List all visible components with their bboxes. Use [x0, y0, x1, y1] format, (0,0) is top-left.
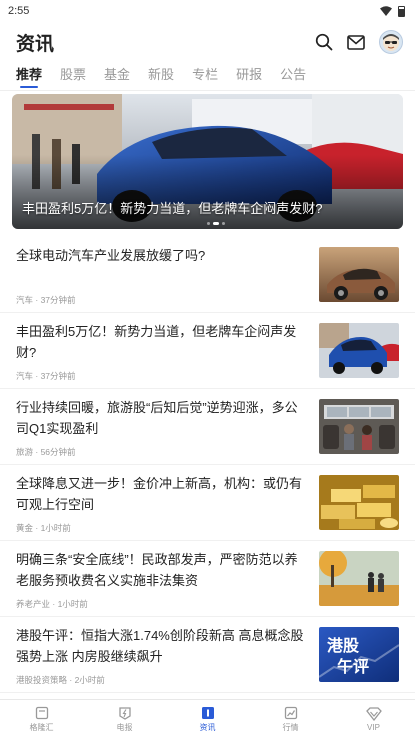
news-meta: 汽车 · 37分钟前 — [16, 295, 76, 305]
news-thumbnail — [319, 323, 399, 378]
news-source: 港股投资策略 — [16, 675, 68, 685]
tab-announcements[interactable]: 公告 — [280, 62, 306, 90]
news-title: 港股午评：恒指大涨1.74%创阶段新高 高息概念股强势上涨 内房股继续飙升 — [16, 628, 304, 664]
news-time: 37分钟前 — [40, 371, 76, 381]
hk-noon-image: 港股 午评 — [319, 627, 399, 682]
nav-label: 格隆汇 — [29, 723, 54, 732]
vip-icon — [365, 707, 382, 721]
flash-icon — [118, 707, 131, 720]
nav-item-flash[interactable]: 电报 — [83, 700, 166, 739]
news-item[interactable]: 全球降息又进一步！金价冲上新高，机构：或仍有可观上行空间 黄金 · 1小时前 — [0, 465, 415, 541]
search-icon[interactable] — [315, 33, 333, 51]
news-meta: 港股投资策略 · 2小时前 — [16, 675, 105, 685]
news-thumbnail: 港股 午评 — [319, 627, 399, 682]
tab-columns[interactable]: 专栏 — [192, 62, 218, 90]
elderly-walk-image — [319, 551, 399, 606]
banner-pagination — [207, 222, 225, 225]
nav-item-market[interactable]: 行情 — [249, 700, 332, 739]
news-source: 养老产业 — [16, 599, 51, 609]
news-item[interactable]: 丰田盈利5万亿！新势力当道，但老牌车企闷声发财? 汽车 · 37分钟前 — [0, 313, 415, 389]
wifi-icon — [380, 6, 392, 16]
news-list: 全球电动汽车产业发展放缓了吗? 汽车 · 37分钟前 丰田盈利5万亿！新势力当道… — [0, 237, 415, 693]
pagination-dot — [207, 222, 210, 225]
car-sunset-image — [319, 247, 399, 302]
news-title: 明确三条“安全底线”！民政部发声，严密防范以养老服务预收费名义实施非法集资 — [16, 552, 298, 588]
news-title: 全球降息又进一步！金价冲上新高，机构：或仍有可观上行空间 — [16, 476, 303, 512]
avatar-face-icon — [383, 34, 399, 51]
news-title: 丰田盈利5万亿！新势力当道，但老牌车企闷声发财? — [16, 324, 297, 360]
news-icon — [201, 707, 214, 719]
thumb-text-hk: 港股 — [327, 636, 360, 655]
pagination-dot — [222, 222, 225, 225]
news-meta: 旅游 · 56分钟前 — [16, 447, 76, 457]
pagination-dot-active — [213, 222, 219, 225]
news-text: 港股午评：恒指大涨1.74%创阶段新高 高息概念股强势上涨 内房股继续飙升 港股… — [16, 625, 319, 692]
page-title: 资讯 — [16, 33, 55, 55]
tab-ipo[interactable]: 新股 — [148, 62, 174, 90]
nav-item-vip[interactable]: VIP — [332, 700, 415, 739]
home-icon — [35, 706, 48, 720]
news-time: 56分钟前 — [40, 447, 76, 457]
bus-interior-image — [319, 399, 399, 454]
battery-icon — [398, 5, 405, 17]
tabs-divider — [0, 90, 415, 91]
nav-label: VIP — [367, 723, 380, 732]
news-meta: 养老产业 · 1小时前 — [16, 599, 88, 609]
news-time: 37分钟前 — [40, 295, 76, 305]
news-text: 全球电动汽车产业发展放缓了吗? 汽车 · 37分钟前 — [16, 245, 319, 312]
news-thumbnail — [319, 247, 399, 302]
nav-label: 资讯 — [199, 723, 216, 732]
nav-label: 电报 — [116, 723, 133, 732]
news-text: 丰田盈利5万亿！新势力当道，但老牌车企闷声发财? 汽车 · 37分钟前 — [16, 321, 319, 388]
tab-research[interactable]: 研报 — [236, 62, 262, 90]
news-item[interactable]: 明确三条“安全底线”！民政部发声，严密防范以养老服务预收费名义实施非法集资 养老… — [0, 541, 415, 617]
chart-icon — [284, 706, 297, 720]
featured-banner[interactable]: 丰田盈利5万亿！新势力当道，但老牌车企闷声发财? — [12, 94, 403, 229]
news-item[interactable]: 行业持续回暖，旅游股“后知后觉”逆势迎涨，多公司Q1实现盈利 旅游 · 56分钟… — [0, 389, 415, 465]
news-text: 行业持续回暖，旅游股“后知后觉”逆势迎涨，多公司Q1实现盈利 旅游 · 56分钟… — [16, 397, 319, 464]
tab-funds[interactable]: 基金 — [104, 62, 130, 90]
news-meta: 黄金 · 1小时前 — [16, 523, 71, 533]
category-tabs: 推荐 股票 基金 新股 专栏 研报 公告 — [0, 62, 415, 90]
news-title: 全球电动汽车产业发展放缓了吗? — [16, 248, 206, 263]
banner-title: 丰田盈利5万亿！新势力当道，但老牌车企闷声发财? — [22, 201, 323, 216]
bottom-nav: 格隆汇 电报 资讯 行情 VIP — [0, 699, 415, 739]
status-bar: 2:55 — [0, 0, 415, 22]
news-meta: 汽车 · 37分钟前 — [16, 371, 76, 381]
news-item[interactable]: 港股午评：恒指大涨1.74%创阶段新高 高息概念股强势上涨 内房股继续飙升 港股… — [0, 617, 415, 693]
nav-item-home[interactable]: 格隆汇 — [0, 700, 83, 739]
news-source: 汽车 — [16, 371, 34, 381]
news-source: 黄金 — [16, 523, 34, 533]
status-time: 2:55 — [8, 5, 30, 17]
tab-stocks[interactable]: 股票 — [60, 62, 86, 90]
app-header: 资讯 — [0, 22, 415, 62]
news-thumbnail — [319, 475, 399, 530]
news-source: 汽车 — [16, 295, 34, 305]
nav-item-news[interactable]: 资讯 — [166, 700, 249, 739]
news-time: 1小时前 — [40, 523, 71, 533]
gold-bars-image — [319, 475, 399, 530]
news-thumbnail — [319, 399, 399, 454]
thumb-text-noon: 午评 — [337, 657, 369, 676]
car-showroom-image — [319, 323, 399, 378]
tab-recommend[interactable]: 推荐 — [16, 62, 42, 90]
news-time: 2小时前 — [74, 675, 105, 685]
mail-icon[interactable] — [347, 34, 365, 50]
avatar[interactable] — [379, 30, 403, 54]
news-title: 行业持续回暖，旅游股“后知后觉”逆势迎涨，多公司Q1实现盈利 — [16, 400, 298, 436]
news-time: 1小时前 — [57, 599, 88, 609]
header-actions — [315, 30, 403, 54]
news-text: 全球降息又进一步！金价冲上新高，机构：或仍有可观上行空间 黄金 · 1小时前 — [16, 473, 319, 540]
status-icons — [380, 5, 405, 17]
news-item[interactable]: 全球电动汽车产业发展放缓了吗? 汽车 · 37分钟前 — [0, 237, 415, 313]
nav-label: 行情 — [282, 723, 299, 732]
news-source: 旅游 — [16, 447, 34, 457]
news-text: 明确三条“安全底线”！民政部发声，严密防范以养老服务预收费名义实施非法集资 养老… — [16, 549, 319, 616]
news-thumbnail — [319, 551, 399, 606]
